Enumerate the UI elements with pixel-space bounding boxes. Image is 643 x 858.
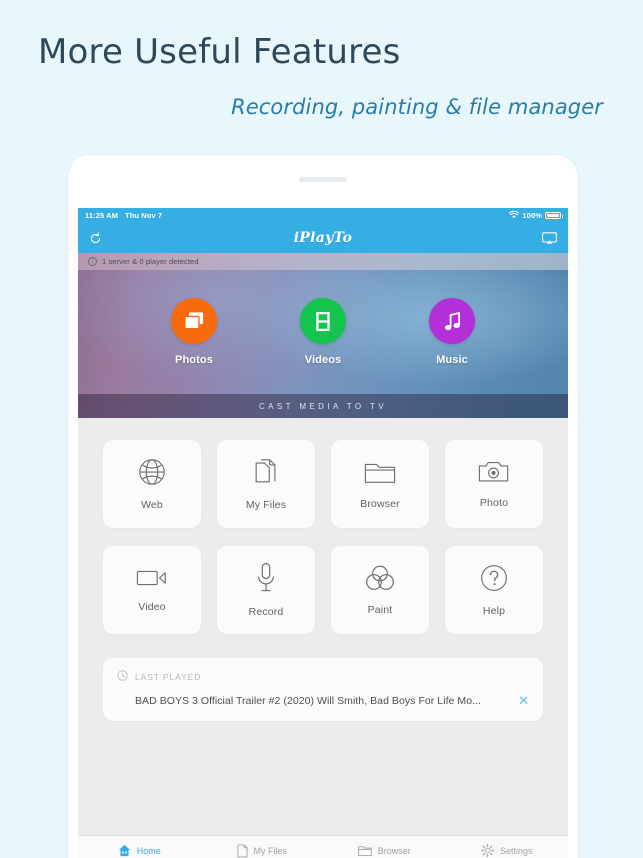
last-played-title: BAD BOYS 3 Official Trailer #2 (2020) Wi…	[135, 694, 481, 707]
tab-label: Settings	[499, 845, 533, 856]
photos-icon	[171, 298, 217, 344]
last-played-label: LAST PLAYED	[135, 671, 202, 682]
wifi-icon	[509, 210, 520, 221]
phone-screen: 11:25 AM Thu Nov 7 100% iPlayTo i 1 serv…	[78, 208, 568, 858]
camcorder-icon	[136, 567, 168, 589]
tile-my-files[interactable]: My Files	[217, 440, 315, 528]
home-icon	[118, 844, 131, 857]
battery-percent: 100%	[522, 211, 542, 220]
tile-label: My Files	[245, 499, 287, 511]
globe-icon	[137, 457, 167, 487]
last-played-row[interactable]: BAD BOYS 3 Official Trailer #2 (2020) Wi…	[117, 694, 529, 707]
file-icon	[236, 844, 248, 858]
microphone-icon	[256, 562, 276, 594]
app-logo: iPlayTo	[293, 230, 353, 246]
refresh-icon[interactable]	[89, 231, 102, 245]
folder-icon	[364, 458, 396, 486]
tile-label: Help	[482, 605, 506, 617]
cast-media-caption: CAST MEDIA TO TV	[78, 394, 568, 418]
close-icon[interactable]: ✕	[508, 694, 529, 707]
folder-icon	[357, 845, 372, 857]
battery-full-icon	[545, 211, 563, 220]
speaker-grille	[299, 177, 347, 182]
promo-headline: More Useful Features	[38, 32, 401, 72]
last-played-card: LAST PLAYED BAD BOYS 3 Official Trailer …	[103, 658, 543, 721]
tile-label: Video	[138, 601, 166, 613]
tab-label: My Files	[253, 845, 288, 856]
media-label: Videos	[304, 354, 342, 366]
app-navbar: iPlayTo	[78, 223, 568, 253]
tile-photo[interactable]: Photo	[445, 440, 543, 528]
tab-browser[interactable]: Browser	[323, 845, 446, 857]
tile-label: Photo	[479, 497, 509, 509]
music-note-icon	[429, 298, 475, 344]
tile-record[interactable]: Record	[217, 546, 315, 634]
status-right-cluster: 100%	[509, 210, 563, 221]
tile-paint[interactable]: Paint	[331, 546, 429, 634]
tab-home[interactable]: Home	[78, 844, 201, 857]
ios-status-bar: 11:25 AM Thu Nov 7 100%	[78, 208, 568, 223]
feature-tile-grid: Web My Files Browser Photo Video Record …	[78, 418, 568, 634]
last-played-header: LAST PLAYED	[117, 670, 529, 683]
promo-subheadline: Recording, painting & file manager	[231, 95, 603, 119]
server-status-bar: i 1 server & 0 player detected	[78, 253, 568, 270]
phone-mockup: 11:25 AM Thu Nov 7 100% iPlayTo i 1 serv…	[68, 155, 578, 858]
tile-browser[interactable]: Browser	[331, 440, 429, 528]
tile-label: Paint	[367, 604, 393, 616]
clock-icon	[117, 670, 128, 683]
tab-my-files[interactable]: My Files	[201, 844, 324, 858]
tile-help[interactable]: Help	[445, 546, 543, 634]
cast-media-banner: Photos Videos Music CAST MEDIA TO TV	[78, 270, 568, 418]
gear-icon	[481, 844, 494, 857]
media-label: Music	[436, 354, 468, 366]
media-shortcut-row: Photos Videos Music	[78, 270, 568, 366]
tile-video[interactable]: Video	[103, 546, 201, 634]
tab-settings[interactable]: Settings	[446, 844, 569, 857]
status-date: Thu Nov 7	[125, 211, 163, 220]
status-time: 11:25 AM	[85, 211, 119, 220]
color-circles-icon	[365, 564, 395, 592]
media-shortcut-photos[interactable]: Photos	[158, 298, 230, 366]
bottom-tab-bar: Home My Files Browser Settings	[78, 835, 568, 858]
server-status-text: 1 server & 0 player detected	[102, 257, 199, 266]
documents-icon	[253, 457, 279, 487]
airplay-icon[interactable]	[542, 231, 557, 245]
tab-label: Home	[136, 845, 161, 856]
question-mark-icon	[479, 563, 509, 593]
media-shortcut-videos[interactable]: Videos	[287, 298, 359, 366]
camera-icon	[478, 459, 510, 485]
tile-label: Browser	[360, 498, 400, 510]
tile-label: Record	[248, 606, 284, 618]
tile-label: Web	[141, 499, 163, 511]
tab-label: Browser	[377, 845, 411, 856]
tile-web[interactable]: Web	[103, 440, 201, 528]
film-icon	[300, 298, 346, 344]
media-shortcut-music[interactable]: Music	[416, 298, 488, 366]
info-icon: i	[88, 257, 97, 266]
media-label: Photos	[175, 354, 213, 366]
